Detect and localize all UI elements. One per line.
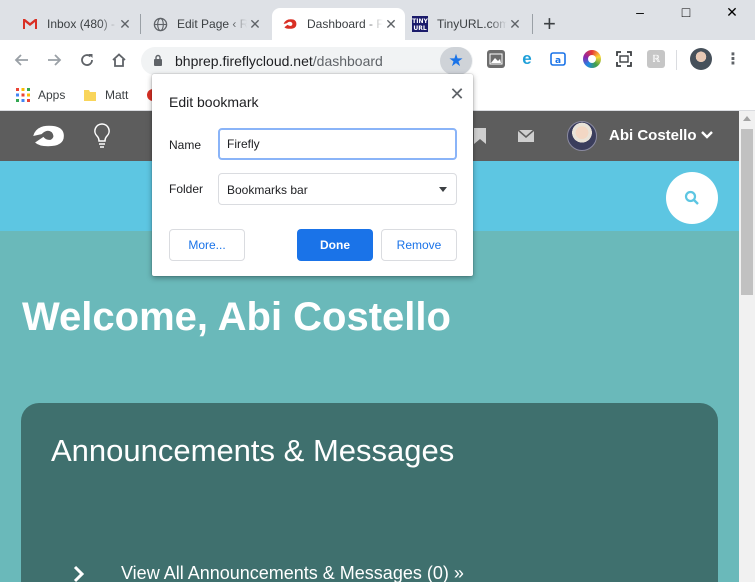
tab-title: Edit Page ‹ Rec xyxy=(177,17,247,31)
welcome-heading: Welcome, Abi Costello xyxy=(22,295,451,339)
reload-icon xyxy=(81,54,93,66)
lock-icon xyxy=(154,54,162,66)
scroll-up-arrow-icon[interactable] xyxy=(743,116,751,121)
screenshot-extension-icon[interactable] xyxy=(615,50,633,68)
bookmark-matt[interactable]: Matt xyxy=(83,84,128,106)
bookmark-label: Matt xyxy=(105,88,129,102)
tab-title: TinyURL.com xyxy=(437,17,507,31)
dashboard-main: Welcome, Abi Costello Announcements & Me… xyxy=(0,231,739,582)
folder-icon xyxy=(84,90,96,101)
globe-icon xyxy=(152,16,168,32)
lightbulb-icon[interactable] xyxy=(92,121,112,151)
tab-title: Dashboard - Fire xyxy=(307,17,383,31)
close-window-button[interactable]: ✕ xyxy=(709,4,755,21)
maximize-button[interactable]: □ xyxy=(663,4,709,20)
url-path: /dashboard xyxy=(312,53,383,69)
tab-separator xyxy=(140,14,141,34)
forward-arrow-icon xyxy=(48,54,62,66)
svg-text:URL: URL xyxy=(413,25,426,32)
user-name[interactable]: Abi Costello xyxy=(609,127,697,144)
view-all-announcements-link[interactable]: View All Announcements & Messages (0) » xyxy=(121,563,464,582)
mail-icon[interactable] xyxy=(516,126,536,146)
dropdown-caret-icon xyxy=(439,187,447,192)
close-tab-icon[interactable]: ✕ xyxy=(117,16,133,33)
bookmark-flag-icon[interactable] xyxy=(470,126,490,146)
address-url: bhprep.fireflycloud.net/dashboard xyxy=(175,53,383,69)
gmail-icon xyxy=(22,16,38,32)
url-host: bhprep.fireflycloud.net xyxy=(175,53,313,69)
remove-button[interactable]: Remove xyxy=(381,229,457,261)
home-icon xyxy=(112,53,126,67)
translate-extension-icon[interactable]: a xyxy=(549,50,567,68)
tab-strip: Inbox (480) - ✕ Edit Page ‹ Rec ✕ Dashbo… xyxy=(0,0,755,40)
svg-text:a: a xyxy=(555,56,561,66)
bookmark-name-input[interactable] xyxy=(218,128,457,160)
address-bar[interactable]: bhprep.fireflycloud.net/dashboard ★ xyxy=(141,47,473,75)
announcements-card: Announcements & Messages View All Announ… xyxy=(21,403,718,582)
close-tab-icon[interactable]: ✕ xyxy=(383,16,399,33)
back-arrow-icon xyxy=(14,54,28,66)
search-button[interactable] xyxy=(666,172,718,224)
forward-button[interactable] xyxy=(42,48,66,72)
edit-bookmark-dialog: Edit bookmark ✕ Name Folder Bookmarks ba… xyxy=(152,74,473,276)
back-button[interactable] xyxy=(10,48,34,72)
close-tab-icon[interactable]: ✕ xyxy=(507,16,523,33)
tab-gmail[interactable]: Inbox (480) - ✕ xyxy=(12,8,139,40)
browser-menu-icon[interactable]: ⋮ xyxy=(724,50,742,68)
tinyurl-icon: TINY URL xyxy=(412,16,428,32)
dialog-title: Edit bookmark xyxy=(169,94,259,110)
apps-grid-icon xyxy=(16,88,30,102)
bookmark-star-button[interactable]: ★ xyxy=(440,47,472,75)
firefly-icon xyxy=(282,16,298,32)
svg-text:TINY: TINY xyxy=(412,18,428,25)
search-icon xyxy=(684,190,699,205)
name-label: Name xyxy=(169,138,202,152)
tab-edit-page[interactable]: Edit Page ‹ Rec ✕ xyxy=(142,8,269,40)
page-scrollbar[interactable] xyxy=(739,111,755,582)
user-avatar[interactable] xyxy=(567,121,597,151)
bookmark-label: Apps xyxy=(38,88,66,102)
tab-title: Inbox (480) - xyxy=(47,17,116,31)
reload-button[interactable] xyxy=(75,48,99,72)
card-title: Announcements & Messages xyxy=(51,433,455,468)
chevron-right-icon xyxy=(73,565,85,582)
scrollbar-thumb[interactable] xyxy=(741,129,753,295)
tab-tinyurl[interactable]: TINY URL TinyURL.com ✕ xyxy=(402,8,529,40)
done-button[interactable]: Done xyxy=(297,229,373,261)
grey-extension-icon[interactable]: ℝ xyxy=(647,50,665,68)
chevron-down-icon[interactable] xyxy=(700,128,714,142)
tab-dashboard[interactable]: Dashboard - Fire ✕ xyxy=(272,8,405,40)
close-tab-icon[interactable]: ✕ xyxy=(247,16,263,33)
firefly-logo[interactable] xyxy=(30,123,68,149)
tab-separator xyxy=(532,14,533,34)
bookmark-apps[interactable]: Apps xyxy=(16,84,65,106)
photo-extension-icon[interactable] xyxy=(487,50,505,68)
close-icon[interactable]: ✕ xyxy=(448,84,466,105)
profile-avatar[interactable] xyxy=(690,48,712,70)
star-icon: ★ xyxy=(448,51,464,70)
colorzilla-extension-icon[interactable] xyxy=(583,50,601,68)
folder-select[interactable]: Bookmarks bar xyxy=(218,173,457,205)
edge-extension-icon[interactable]: e xyxy=(518,49,536,68)
home-button[interactable] xyxy=(107,48,131,72)
more-button[interactable]: More... xyxy=(169,229,245,261)
minimize-button[interactable]: – xyxy=(617,4,663,20)
new-tab-button[interactable]: + xyxy=(543,12,556,36)
folder-selected-value: Bookmarks bar xyxy=(227,183,308,197)
folder-label: Folder xyxy=(169,182,204,196)
toolbar-separator xyxy=(676,50,677,70)
